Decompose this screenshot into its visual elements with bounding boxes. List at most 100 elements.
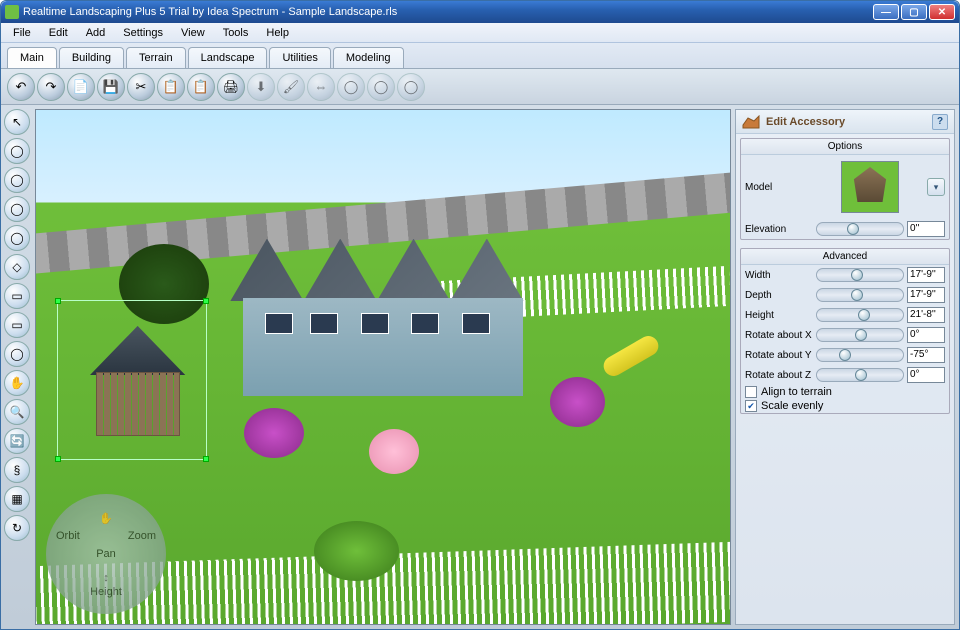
side-tool-6[interactable]: ◇ <box>4 254 30 280</box>
slider-thumb[interactable] <box>851 269 863 281</box>
scene-tree-purple <box>244 408 304 458</box>
side-tool-13[interactable]: § <box>4 457 30 483</box>
cut-button[interactable]: ✂ <box>127 73 155 101</box>
menu-settings[interactable]: Settings <box>115 25 171 41</box>
slider-thumb[interactable] <box>855 329 867 341</box>
navigation-wheel[interactable]: Orbit Zoom Pan Height ✋ ↕ <box>46 494 166 614</box>
elevation-slider[interactable] <box>816 222 904 236</box>
save-button[interactable]: 💾 <box>97 73 125 101</box>
select-tool[interactable]: ↖ <box>4 109 30 135</box>
rotx-value[interactable]: 0° <box>907 327 945 343</box>
height-value[interactable]: 21'-8'' <box>907 307 945 323</box>
window-controls: — ▢ ✕ <box>873 4 955 20</box>
nav-zoom[interactable]: Zoom <box>128 530 156 542</box>
rotz-slider[interactable] <box>816 368 904 382</box>
orbit-tool[interactable]: 🔄 <box>4 428 30 454</box>
nav-pan[interactable]: Pan <box>96 548 116 560</box>
slider-thumb[interactable] <box>839 349 851 361</box>
tab-utilities[interactable]: Utilities <box>269 47 330 68</box>
slider-thumb[interactable] <box>858 309 870 321</box>
model-dropdown-button[interactable]: ▾ <box>927 178 945 196</box>
width-value[interactable]: 17'-9'' <box>907 267 945 283</box>
help-button[interactable]: ? <box>932 114 948 130</box>
tab-main[interactable]: Main <box>7 47 57 68</box>
side-tool-8[interactable]: ▭ <box>4 312 30 338</box>
viewport-3d[interactable]: Orbit Zoom Pan Height ✋ ↕ <box>35 109 731 625</box>
scale-evenly-label: Scale evenly <box>761 400 823 412</box>
zoom-tool[interactable]: 🔍 <box>4 399 30 425</box>
tool-button-9[interactable]: ⬇ <box>247 73 275 101</box>
scale-evenly-checkbox[interactable]: ✔ <box>745 400 757 412</box>
tool-button-14[interactable]: ◯ <box>397 73 425 101</box>
tool-button-12[interactable]: ◯ <box>337 73 365 101</box>
menu-help[interactable]: Help <box>258 25 297 41</box>
nav-orbit[interactable]: Orbit <box>56 530 80 542</box>
tool-button-10[interactable]: 🖌 <box>277 73 305 101</box>
rotx-label: Rotate about X <box>745 330 813 341</box>
options-title: Options <box>741 139 949 155</box>
tab-row: Main Building Terrain Landscape Utilitie… <box>1 43 959 69</box>
align-terrain-row: Align to terrain <box>741 385 949 399</box>
selection-box[interactable] <box>57 300 207 460</box>
paste-button[interactable]: 📋 <box>187 73 215 101</box>
tab-modeling[interactable]: Modeling <box>333 47 404 68</box>
maximize-button[interactable]: ▢ <box>901 4 927 20</box>
new-button[interactable]: 📄 <box>67 73 95 101</box>
tool-button-13[interactable]: ◯ <box>367 73 395 101</box>
align-terrain-checkbox[interactable] <box>745 386 757 398</box>
slider-thumb[interactable] <box>847 223 859 235</box>
tab-landscape[interactable]: Landscape <box>188 47 268 68</box>
slider-thumb[interactable] <box>855 369 867 381</box>
side-tool-4[interactable]: ◯ <box>4 196 30 222</box>
menu-edit[interactable]: Edit <box>41 25 76 41</box>
model-thumbnail[interactable] <box>841 161 899 213</box>
updown-icon: ↕ <box>103 572 109 584</box>
slider-thumb[interactable] <box>851 289 863 301</box>
selection-handle[interactable] <box>55 298 61 304</box>
menu-view[interactable]: View <box>173 25 213 41</box>
model-row: Model ▾ <box>741 155 949 219</box>
grid-tool[interactable]: ▦ <box>4 486 30 512</box>
refresh-tool[interactable]: ↻ <box>4 515 30 541</box>
rotx-row: Rotate about X 0° <box>741 325 949 345</box>
pan-tool[interactable]: ✋ <box>4 370 30 396</box>
minimize-button[interactable]: — <box>873 4 899 20</box>
elevation-label: Elevation <box>745 224 813 235</box>
width-slider[interactable] <box>816 268 904 282</box>
menubar: File Edit Add Settings View Tools Help <box>1 23 959 43</box>
depth-slider[interactable] <box>816 288 904 302</box>
close-button[interactable]: ✕ <box>929 4 955 20</box>
model-preview <box>852 167 888 202</box>
menu-add[interactable]: Add <box>78 25 114 41</box>
roty-value[interactable]: -75° <box>907 347 945 363</box>
depth-row: Depth 17'-9'' <box>741 285 949 305</box>
print-button[interactable]: 🖨 <box>217 73 245 101</box>
options-section: Options Model ▾ Elevation 0'' <box>740 138 950 240</box>
tab-terrain[interactable]: Terrain <box>126 47 186 68</box>
side-tool-9[interactable]: ◯ <box>4 341 30 367</box>
rotx-slider[interactable] <box>816 328 904 342</box>
tab-building[interactable]: Building <box>59 47 124 68</box>
nav-height[interactable]: Height <box>90 586 122 598</box>
side-tool-2[interactable]: ◯ <box>4 138 30 164</box>
roty-slider[interactable] <box>816 348 904 362</box>
depth-value[interactable]: 17'-9'' <box>907 287 945 303</box>
menu-tools[interactable]: Tools <box>215 25 257 41</box>
undo-button[interactable]: ↶ <box>7 73 35 101</box>
side-tool-5[interactable]: ◯ <box>4 225 30 251</box>
selection-handle[interactable] <box>203 298 209 304</box>
height-slider[interactable] <box>816 308 904 322</box>
side-tool-3[interactable]: ◯ <box>4 167 30 193</box>
tool-button-11[interactable]: ⇔ <box>307 73 335 101</box>
copy-button[interactable]: 📋 <box>157 73 185 101</box>
rotz-value[interactable]: 0° <box>907 367 945 383</box>
depth-label: Depth <box>745 290 813 301</box>
side-tool-7[interactable]: ▭ <box>4 283 30 309</box>
selection-handle[interactable] <box>203 456 209 462</box>
selection-handle[interactable] <box>55 456 61 462</box>
redo-button[interactable]: ↷ <box>37 73 65 101</box>
menu-file[interactable]: File <box>5 25 39 41</box>
side-toolbar: ↖ ◯ ◯ ◯ ◯ ◇ ▭ ▭ ◯ ✋ 🔍 🔄 § ▦ ↻ <box>1 105 33 629</box>
elevation-value[interactable]: 0'' <box>907 221 945 237</box>
application-window: Realtime Landscaping Plus 5 Trial by Ide… <box>0 0 960 630</box>
